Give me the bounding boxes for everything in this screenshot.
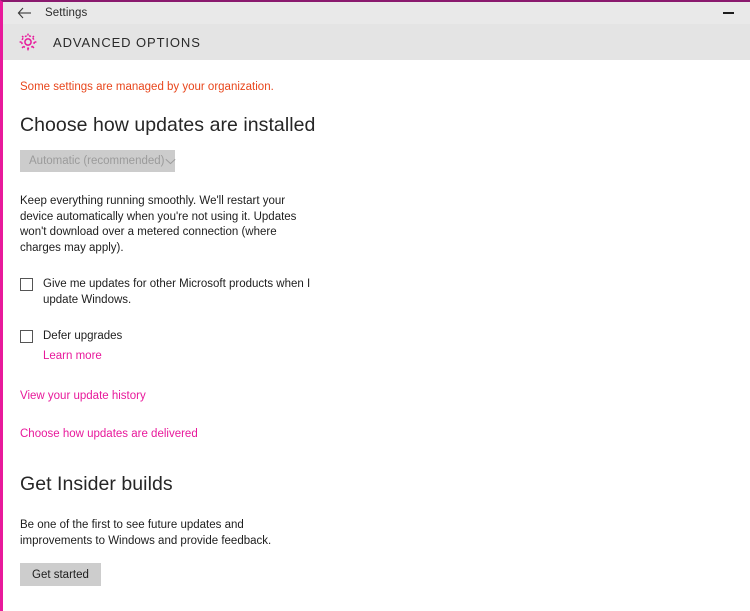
checkbox-defer-upgrades[interactable] bbox=[20, 330, 33, 343]
org-managed-notice: Some settings are managed by your organi… bbox=[20, 81, 274, 93]
update-history-wrapper: View your update history bbox=[20, 386, 750, 405]
update-install-mode-dropdown[interactable]: Automatic (recommended) bbox=[20, 150, 176, 172]
learn-more-link[interactable]: Learn more bbox=[43, 349, 102, 365]
learn-more-wrapper: Learn more bbox=[43, 346, 750, 365]
gear-icon bbox=[11, 32, 45, 52]
minimize-icon bbox=[722, 12, 734, 14]
title-bar: Settings bbox=[3, 2, 750, 24]
insider-description: Be one of the first to see future update… bbox=[20, 519, 272, 547]
window-controls bbox=[706, 2, 750, 24]
titlebar-title: Settings bbox=[45, 7, 88, 19]
choose-updates-delivered-link[interactable]: Choose how updates are delivered bbox=[20, 427, 198, 443]
back-arrow-icon bbox=[17, 7, 32, 19]
page-title: ADVANCED OPTIONS bbox=[53, 34, 201, 50]
get-started-button[interactable]: Get started bbox=[20, 563, 101, 586]
chevron-down-icon bbox=[164, 158, 176, 165]
app-header: ADVANCED OPTIONS bbox=[3, 24, 750, 60]
minimize-button[interactable] bbox=[706, 2, 750, 24]
updates-delivered-wrapper: Choose how updates are delivered bbox=[20, 424, 750, 443]
checkbox-row-defer-upgrades[interactable]: Defer upgrades bbox=[20, 329, 750, 345]
checkbox-label-defer-upgrades: Defer upgrades bbox=[43, 330, 123, 342]
checkbox-microsoft-products[interactable] bbox=[20, 278, 33, 291]
checkbox-label-microsoft-products: Give me updates for other Microsoft prod… bbox=[43, 278, 311, 306]
settings-window: Settings ADVANCED OPTIONS Some settings … bbox=[0, 0, 750, 611]
back-button[interactable] bbox=[3, 2, 45, 24]
updates-section-heading: Choose how updates are installed bbox=[20, 114, 316, 136]
content-pane: Some settings are managed by your organi… bbox=[3, 60, 750, 611]
dropdown-selected-value: Automatic (recommended) bbox=[29, 155, 165, 167]
checkbox-row-microsoft-products[interactable]: Give me updates for other Microsoft prod… bbox=[20, 277, 750, 308]
updates-description: Keep everything running smoothly. We'll … bbox=[20, 195, 297, 254]
view-update-history-link[interactable]: View your update history bbox=[20, 389, 146, 405]
insider-section-heading: Get Insider builds bbox=[20, 473, 173, 495]
